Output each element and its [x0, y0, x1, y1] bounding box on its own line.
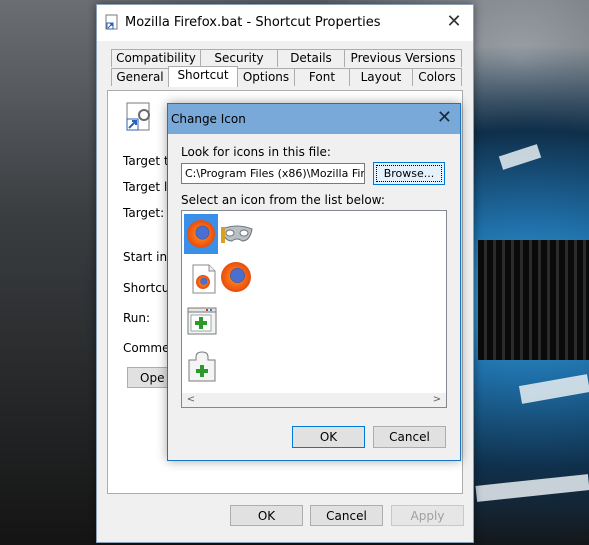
- tab-general[interactable]: General: [111, 68, 169, 86]
- apply-button: Apply: [391, 505, 464, 526]
- addon-window-icon[interactable]: [186, 305, 218, 337]
- browse-button[interactable]: Browse...: [373, 162, 445, 185]
- car-stripe: [498, 144, 542, 170]
- tab-font[interactable]: Font: [294, 68, 350, 86]
- properties-title-bar[interactable]: Mozilla Firefox.bat - Shortcut Propertie…: [97, 5, 473, 41]
- shortcut-file-icon: [105, 14, 118, 30]
- tab-shortcut[interactable]: Shortcut: [168, 66, 238, 87]
- properties-window-title: Mozilla Firefox.bat - Shortcut Propertie…: [125, 15, 381, 30]
- select-icon-label: Select an icon from the list below:: [181, 193, 385, 207]
- tab-previous-versions[interactable]: Previous Versions: [344, 49, 462, 67]
- cancel-button[interactable]: Cancel: [310, 505, 383, 526]
- tab-options[interactable]: Options: [237, 68, 295, 86]
- addon-puzzle-icon[interactable]: [186, 351, 218, 383]
- run-label: Run:: [123, 311, 151, 325]
- car-stripe: [475, 474, 589, 502]
- scroll-left-arrow[interactable]: <: [184, 393, 198, 407]
- scroll-right-arrow[interactable]: >: [430, 393, 444, 407]
- firefox-icon[interactable]: [184, 214, 218, 254]
- dialog-ok-button[interactable]: OK: [292, 426, 365, 448]
- ok-button[interactable]: OK: [230, 505, 303, 526]
- car-grille: [478, 240, 589, 360]
- icon-list[interactable]: < >: [181, 210, 447, 408]
- icon-file-path-input[interactable]: C:\Program Files (x86)\Mozilla Firefox\f…: [181, 163, 365, 184]
- close-icon[interactable]: ✕: [437, 107, 452, 129]
- tab-compatibility[interactable]: Compatibility: [111, 49, 201, 67]
- shortcut-large-icon: [126, 102, 150, 131]
- mask-icon[interactable]: [220, 217, 254, 251]
- tab-security[interactable]: Security: [200, 49, 278, 67]
- tab-details[interactable]: Details: [277, 49, 345, 67]
- change-icon-title-bar[interactable]: Change Icon ✕: [168, 104, 460, 134]
- icon-list-scrollbar[interactable]: < >: [182, 393, 446, 407]
- tab-colors[interactable]: Colors: [412, 68, 462, 86]
- change-icon-dialog: Change Icon ✕ Look for icons in this fil…: [167, 103, 461, 461]
- dialog-cancel-button[interactable]: Cancel: [373, 426, 446, 448]
- target-label: Target:: [123, 206, 165, 220]
- tab-layout[interactable]: Layout: [349, 68, 413, 86]
- firefox-icon-alt[interactable]: [220, 261, 252, 293]
- change-icon-title: Change Icon: [171, 112, 246, 126]
- close-icon[interactable]: ✕: [443, 11, 465, 33]
- look-for-icons-label: Look for icons in this file:: [181, 145, 331, 159]
- car-stripe: [518, 374, 589, 404]
- start-in-label: Start in:: [123, 250, 172, 264]
- firefox-document-icon[interactable]: [188, 263, 220, 295]
